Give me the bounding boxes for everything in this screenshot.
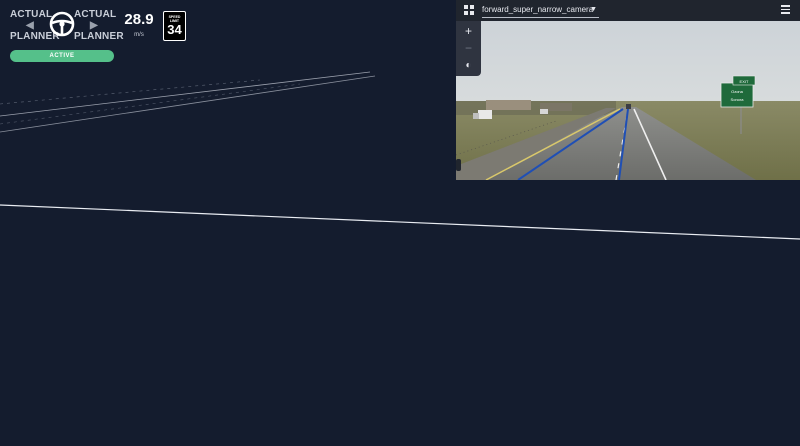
grid-icon[interactable] xyxy=(464,5,475,16)
steering-wheel-icon xyxy=(49,11,75,37)
contrast-icon[interactable]: ◐ xyxy=(456,59,481,73)
left-turn-indicator: ACTUAL ◀ PLANNER xyxy=(10,9,60,42)
driving-hud: ACTUAL ◀ PLANNER ACTUAL ▶ PLANNER 28.9 m… xyxy=(0,0,200,70)
left-indicator-bottom-label: PLANNER xyxy=(10,31,60,42)
lane-line xyxy=(0,75,376,133)
lane-line xyxy=(0,71,371,117)
lane-line xyxy=(0,83,301,125)
arrow-right-icon: ▶ xyxy=(90,20,98,31)
hamburger-menu-icon[interactable] xyxy=(781,5,790,14)
camera-select-value: forward_super_narrow_camera xyxy=(482,5,594,14)
chevron-down-icon: ▼ xyxy=(590,6,597,13)
speed-readout: 28.9 m/s xyxy=(122,11,156,39)
speed-limit-value: 34 xyxy=(167,22,182,37)
speed-value: 28.9 xyxy=(124,11,154,28)
trajectory-line xyxy=(0,204,800,240)
left-indicator-top-label: ACTUAL xyxy=(10,9,53,20)
speed-limit-sign: SPEED LIMIT 34 xyxy=(163,11,186,41)
sign-line-2: Ozona xyxy=(731,89,744,94)
right-turn-indicator: ACTUAL ▶ PLANNER xyxy=(74,9,124,42)
sign-line-3: Sonora xyxy=(731,97,745,102)
zoom-in-button[interactable]: + xyxy=(456,24,481,38)
camera-toolbar: forward_super_narrow_camera ▼ xyxy=(456,0,800,21)
right-indicator-bottom-label: PLANNER xyxy=(74,31,124,42)
camera-feed: EXIT Ozona Sonora xyxy=(456,21,800,180)
camera-select[interactable]: forward_super_narrow_camera ▼ xyxy=(482,4,599,18)
zoom-out-button[interactable]: − xyxy=(456,41,481,55)
right-indicator-top-label: ACTUAL xyxy=(74,9,117,20)
speed-unit: m/s xyxy=(134,32,144,38)
camera-view-controls: + − ◐ xyxy=(456,21,481,76)
status-badge: ACTIVE xyxy=(10,50,114,62)
camera-panel: forward_super_narrow_camera ▼ EXIT Ozona… xyxy=(456,0,800,180)
arrow-left-icon: ◀ xyxy=(26,20,34,31)
sign-exit-label: EXIT xyxy=(740,79,749,84)
